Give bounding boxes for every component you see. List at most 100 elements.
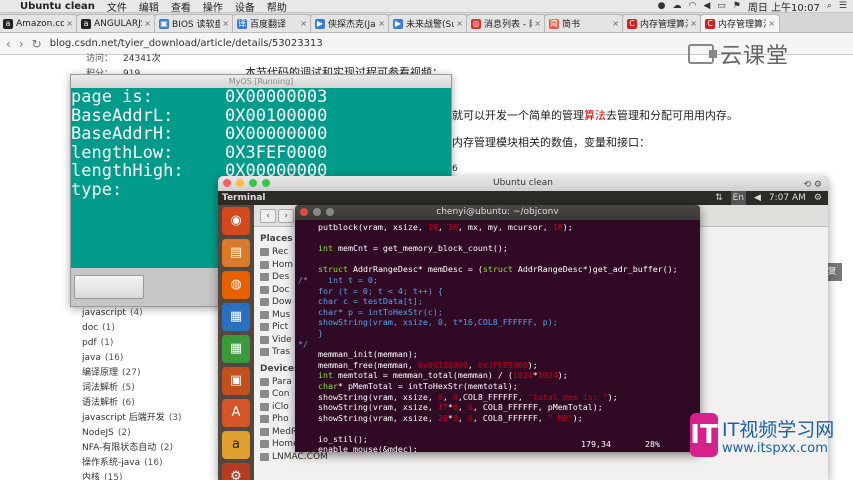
browser-tab[interactable]: C内存管理算法× — [622, 14, 702, 32]
browser-tab[interactable]: 译百度翻译 × — [232, 14, 312, 32]
keyboard-icon[interactable]: ⇅ — [715, 191, 723, 205]
tag-name[interactable]: NodeJS — [82, 428, 114, 438]
menu-file[interactable]: 文件 — [107, 0, 127, 14]
files-back-icon[interactable]: ‹ — [260, 209, 276, 223]
impress-icon[interactable]: ▣ — [222, 367, 250, 395]
tag-name[interactable]: 内核 — [82, 473, 100, 480]
tab-favicon-icon: a — [3, 18, 13, 29]
software-center-icon[interactable]: A — [222, 399, 250, 427]
ubuntu-top-panel: Terminal ⇅ En ◀ 7:07 AM ⚙ — [218, 191, 828, 205]
menu-help[interactable]: 帮助 — [267, 0, 287, 14]
dash-home-icon[interactable]: ◉ — [222, 207, 250, 235]
menu-action[interactable]: 操作 — [203, 0, 223, 14]
myos-button[interactable] — [74, 275, 144, 299]
tag-name[interactable]: 操作系统-java — [82, 458, 140, 468]
tag-item[interactable]: java (16) — [82, 351, 182, 366]
tag-item[interactable]: javascript (4) — [82, 306, 182, 321]
tab-label: 侠探杰克(Jack — [328, 20, 376, 30]
clock[interactable]: 周日 上午10:07 — [748, 0, 820, 14]
tag-item[interactable]: javascript 后端开发 (3) — [82, 411, 182, 426]
ubuntu-clock[interactable]: 7:07 AM — [769, 191, 806, 205]
settings-icon[interactable]: ⚙ — [222, 463, 250, 480]
article-keyword-link[interactable]: 算法 — [584, 109, 606, 122]
browser-tab[interactable]: a ANGULARJS × — [76, 14, 156, 32]
language-indicator[interactable]: En — [730, 191, 746, 205]
back-icon[interactable]: ‹ — [6, 37, 11, 51]
volume-icon[interactable]: ◀ — [703, 1, 710, 11]
tag-name[interactable]: javascript 后端开发 — [82, 413, 165, 423]
tag-item[interactable]: doc (1) — [82, 321, 182, 336]
sound-icon[interactable]: ◀ — [754, 191, 761, 205]
power-icon[interactable]: ⚙ — [814, 191, 822, 205]
tag-item[interactable]: pdf (1) — [82, 336, 182, 351]
tab-label: 内存管理算法 — [640, 20, 688, 30]
tab-close-icon[interactable]: × — [66, 19, 73, 28]
wifi-icon[interactable]: ◠ — [689, 1, 697, 11]
calc-icon[interactable]: ▦ — [222, 335, 250, 363]
close-icon[interactable] — [223, 179, 231, 187]
tag-item[interactable]: 词法解析 (5) — [82, 381, 182, 396]
terminal-close-icon[interactable] — [300, 208, 308, 216]
browser-tab[interactable]: ▶侠探杰克(Jack× — [310, 14, 390, 32]
tag-name[interactable]: 词法解析 — [82, 383, 118, 393]
cursor-position: 179,34 — [581, 439, 611, 449]
tag-name[interactable]: 编译原理 — [82, 368, 118, 378]
tag-item[interactable]: 语法解析 (6) — [82, 396, 182, 411]
browser-tab[interactable]: ▣BIOS 读软盘_IDE× — [154, 14, 234, 32]
browser-tab[interactable]: aAmazon.com× — [0, 14, 78, 32]
tag-name[interactable]: doc — [82, 323, 98, 333]
tag-name[interactable]: 语法解析 — [82, 398, 118, 408]
tag-name[interactable]: java — [82, 353, 101, 363]
minimize-icon[interactable] — [236, 179, 244, 187]
tag-item[interactable]: NodeJS (2) — [82, 426, 182, 441]
tab-label: ANGULARJS — [94, 18, 143, 29]
tab-close-icon[interactable]: × — [144, 19, 151, 28]
vm-titlebar[interactable]: Ubuntu clean ⟲ ⚙ — [218, 176, 828, 191]
myos-title[interactable]: MyOS [Running] — [71, 75, 451, 88]
tab-close-icon[interactable]: × — [300, 19, 307, 28]
tab-close-icon[interactable]: × — [378, 19, 385, 28]
list-icon[interactable]: ☰ — [839, 1, 847, 11]
terminal-titlebar[interactable]: chenyi@ubuntu: ~/objconv — [295, 205, 700, 220]
sidebar-place-item[interactable]: LNMAC.COM — [260, 451, 330, 464]
browser-tab[interactable]: ▶未来战警(Surr× — [388, 14, 468, 32]
tab-close-icon[interactable]: × — [222, 19, 229, 28]
fullscreen-icon[interactable] — [262, 179, 270, 187]
flag-icon[interactable]: ⚑ — [733, 1, 741, 11]
tag-name[interactable]: NFA-有限状态自动 — [82, 443, 156, 453]
browser-tab[interactable]: 简简书 × — [544, 14, 624, 32]
writer-icon[interactable]: ▦ — [222, 303, 250, 331]
amazon-icon[interactable]: a — [222, 431, 250, 459]
tab-close-icon[interactable]: × — [534, 19, 541, 28]
url-field[interactable]: blog.csdn.net/tyier_download/article/det… — [50, 38, 323, 49]
menu-app-name[interactable]: Ubuntu clean — [20, 1, 95, 12]
tag-item[interactable]: 操作系统-java (16) — [82, 456, 182, 471]
tag-name[interactable]: pdf — [82, 338, 97, 348]
tag-item[interactable]: 内核 (15) — [82, 471, 182, 480]
files-forward-icon[interactable]: › — [278, 209, 294, 223]
browser-tab[interactable]: ◎消息列表 - 网易× — [466, 14, 546, 32]
maximize-icon[interactable] — [249, 179, 257, 187]
firefox-icon[interactable]: ◍ — [222, 271, 250, 299]
reload-icon[interactable]: ↻ — [32, 37, 42, 51]
tab-close-icon[interactable]: × — [612, 19, 619, 28]
menu-edit[interactable]: 编辑 — [139, 0, 159, 14]
battery-icon[interactable]: ▭ — [717, 1, 726, 11]
search-icon[interactable]: ⌕ — [827, 1, 832, 11]
menu-device[interactable]: 设备 — [235, 0, 255, 14]
record-icon[interactable]: ● — [658, 1, 666, 11]
files-icon[interactable]: ▤ — [222, 239, 250, 267]
tab-close-icon[interactable]: × — [768, 19, 775, 28]
tag-name[interactable]: javascript — [82, 308, 126, 318]
terminal-minimize-icon[interactable] — [313, 208, 321, 216]
forward-icon[interactable]: › — [19, 37, 24, 51]
tab-close-icon[interactable]: × — [456, 19, 463, 28]
menu-view[interactable]: 查看 — [171, 0, 191, 14]
terminal-maximize-icon[interactable] — [326, 208, 334, 216]
cloud-icon[interactable]: ☁ — [673, 1, 682, 11]
tab-close-icon[interactable]: × — [690, 19, 697, 28]
terminal-code[interactable]: putblock(vram, xsize, 16, 16, mx, my, mc… — [298, 222, 678, 452]
tag-item[interactable]: NFA-有限状态自动 (2) — [82, 441, 182, 456]
tag-item[interactable]: 编译原理 (27) — [82, 366, 182, 381]
browser-tab[interactable]: C内存管理算法× — [700, 14, 780, 32]
